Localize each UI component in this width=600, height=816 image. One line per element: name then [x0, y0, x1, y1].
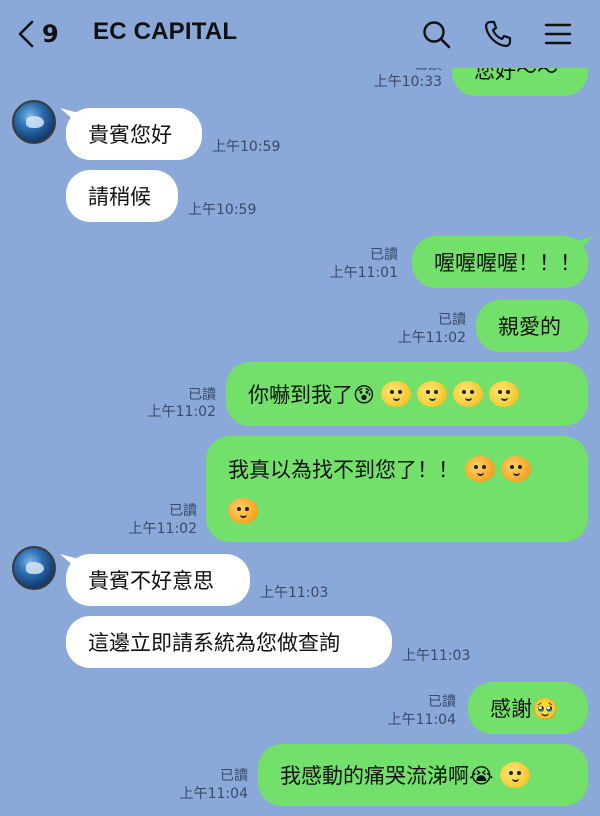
chat-message-area[interactable]: 已讀 上午10:33 您好～～ 貴賓您好 上午10:59 請稍候 上午10:59… [0, 0, 600, 816]
sticker-emoji-icon [452, 381, 483, 407]
sticker-emoji-icon [416, 381, 447, 407]
message-timestamp: 上午11:03 [260, 585, 329, 601]
menu-button[interactable] [538, 14, 578, 54]
phone-icon [484, 20, 512, 48]
read-receipt: 已讀 [370, 247, 398, 263]
message-bubble-incoming[interactable]: 這邊立即請系統為您做查詢 [66, 616, 392, 668]
call-button[interactable] [478, 14, 518, 54]
unread-count: 9 [42, 20, 59, 48]
sticker-emoji-icon [488, 381, 519, 407]
read-receipt: 已讀 [188, 387, 216, 403]
message-bubble-outgoing[interactable]: 親愛的 [476, 300, 588, 352]
message-timestamp: 上午11:01 [329, 265, 398, 281]
read-receipt: 已讀 [438, 312, 466, 328]
chat-title: EC CAPITAL [93, 18, 238, 45]
message-timestamp: 上午10:59 [188, 202, 257, 218]
read-receipt: 已讀 [428, 694, 456, 710]
message-timestamp: 上午11:02 [397, 330, 466, 346]
message-timestamp: 上午11:04 [387, 712, 456, 728]
message-bubble-incoming[interactable]: 貴賓不好意思 [66, 554, 250, 606]
message-timestamp: 上午10:33 [373, 74, 442, 90]
message-bubble-outgoing[interactable]: 感謝🥹 [468, 682, 588, 734]
search-icon [423, 21, 451, 49]
read-receipt: 已讀 [220, 768, 248, 784]
read-receipt: 已讀 [169, 503, 197, 519]
angry-sticker-icon [228, 498, 258, 524]
message-timestamp: 上午11:03 [402, 648, 471, 664]
message-bubble-outgoing[interactable]: 我真以為找不到您了！！ [206, 436, 588, 542]
message-bubble-outgoing[interactable]: 我感動的痛哭流涕啊😭 [258, 744, 588, 806]
contact-avatar[interactable] [12, 546, 56, 590]
back-button[interactable]: 9 [16, 16, 76, 52]
message-bubble-incoming[interactable]: 請稍候 [66, 170, 178, 222]
chat-header: 9 EC CAPITAL [0, 0, 600, 68]
message-bubble-outgoing[interactable]: 你嚇到我了😰 [226, 362, 588, 426]
contact-avatar[interactable] [12, 100, 56, 144]
message-timestamp: 上午11:02 [128, 521, 197, 537]
message-bubble-outgoing[interactable]: 喔喔喔喔！！！ [412, 236, 588, 288]
message-bubble-incoming[interactable]: 貴賓您好 [66, 108, 202, 160]
back-chevron-icon [18, 20, 34, 48]
sticker-emoji-icon [499, 762, 530, 788]
message-timestamp: 上午11:04 [179, 786, 248, 802]
menu-icon [544, 23, 572, 45]
message-timestamp: 上午10:59 [212, 139, 281, 155]
search-button[interactable] [416, 14, 456, 54]
angry-sticker-icon [501, 456, 531, 482]
angry-sticker-icon [465, 456, 495, 482]
message-timestamp: 上午11:02 [147, 404, 216, 420]
sticker-emoji-icon [380, 381, 411, 407]
